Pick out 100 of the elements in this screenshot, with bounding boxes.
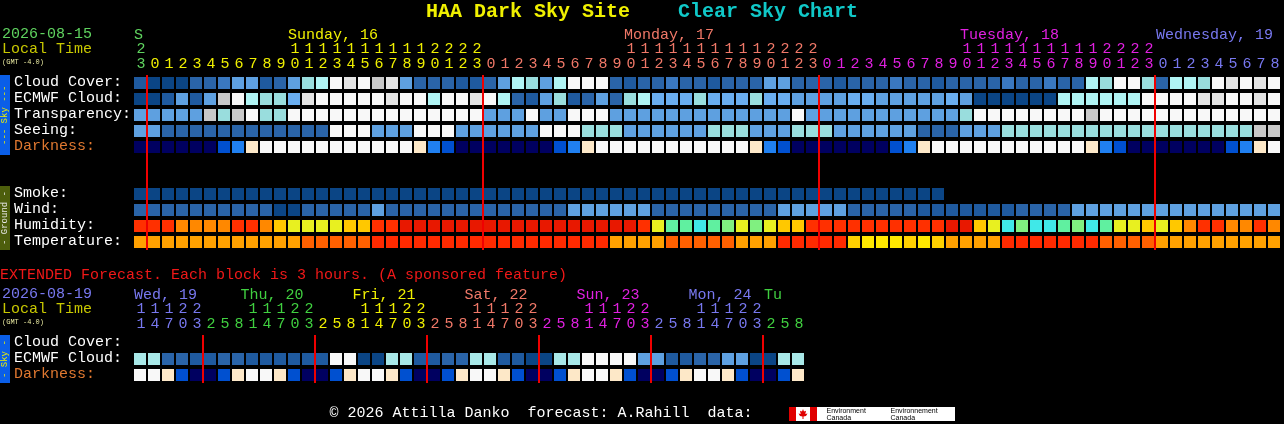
- hour-label: 22: [1129, 43, 1141, 72]
- hour-label: 5: [891, 57, 903, 72]
- side-label: --- Sky ---: [0, 75, 10, 155]
- hour-label: 16: [709, 43, 721, 72]
- day-label: Wed, 19: [134, 288, 197, 303]
- day-label: S: [134, 28, 143, 43]
- hour-label: 5: [219, 57, 231, 72]
- hour-label: 20: [429, 43, 441, 72]
- hour-label: 12: [990, 43, 1000, 72]
- hour-label: 5: [443, 317, 455, 332]
- hour-label: 6: [1241, 57, 1253, 72]
- hour-label: 11: [136, 303, 146, 332]
- date-label: 2026-08-19: [1, 288, 93, 303]
- hour-label: 5: [331, 317, 343, 332]
- hour-label: 19: [415, 43, 427, 72]
- hour-label: 4: [877, 57, 889, 72]
- hour-label: 8: [1269, 57, 1281, 72]
- row-label: Wind:: [14, 202, 60, 218]
- hour-label: 5: [667, 317, 679, 332]
- hour-label: 11: [472, 303, 482, 332]
- hour-label: 23: [639, 303, 651, 332]
- hour-label: 4: [541, 57, 553, 72]
- hour-label: 21: [1115, 43, 1127, 72]
- hour-label: 4: [1213, 57, 1225, 72]
- hour-label: 5: [219, 317, 231, 332]
- hour-label: 2: [205, 317, 217, 332]
- day-label: Tuesday, 18: [960, 28, 1060, 43]
- hour-label: 18: [737, 43, 749, 72]
- hour-label: 21: [443, 43, 455, 72]
- row-label: ECMWF Cloud:: [14, 351, 124, 367]
- hour-label: 14: [1018, 43, 1029, 72]
- credit-text: © 2026 Attilla Danko forecast: A.Rahill data:: [329, 405, 753, 423]
- hour-label: 23: [751, 303, 763, 332]
- hour-label: 7: [247, 57, 259, 72]
- hour-label: 14: [710, 303, 720, 332]
- hour-label: 20: [289, 303, 301, 332]
- hour-label: 18: [401, 43, 413, 72]
- hour-label: 18: [1073, 43, 1085, 72]
- hour-label: 20: [765, 43, 777, 72]
- hour-label: 14: [374, 303, 384, 332]
- hour-label: 15: [695, 43, 707, 72]
- hour-label: 12: [318, 43, 328, 72]
- hour-label: 20: [401, 303, 413, 332]
- row-label: Darkness:: [14, 139, 96, 155]
- hour-label: 8: [597, 57, 609, 72]
- hour-label: 23: [471, 43, 483, 72]
- row-label: Darkness:: [14, 367, 96, 383]
- hour-label: 6: [233, 57, 245, 72]
- hour-label: 9: [275, 57, 287, 72]
- row-label: Humidity:: [14, 218, 96, 234]
- hour-label: 1: [163, 57, 175, 72]
- hour-label: 2: [653, 317, 665, 332]
- hour-label: 10: [626, 43, 636, 72]
- hour-label: 8: [457, 317, 469, 332]
- hour-label: 14: [682, 43, 693, 72]
- hour-label: 0: [1157, 57, 1169, 72]
- hour-label: 19: [1087, 43, 1099, 72]
- hour-label: 17: [723, 303, 735, 332]
- hour-label: 20: [1101, 43, 1113, 72]
- hour-label: 2: [177, 57, 189, 72]
- hour-label: 17: [723, 43, 735, 72]
- hour-label: 13: [668, 43, 678, 72]
- hour-label: 10: [962, 43, 972, 72]
- hour-label: 20: [177, 303, 189, 332]
- side-label: - Ground -: [0, 186, 10, 250]
- hour-label: 2: [1185, 57, 1197, 72]
- local-time-label: Local Time: [1, 42, 93, 57]
- hour-label: 2: [849, 57, 861, 72]
- hour-label: 23: [415, 303, 427, 332]
- hour-label: 1: [835, 57, 847, 72]
- hour-label: 15: [359, 43, 371, 72]
- hour-label: 2: [541, 317, 553, 332]
- day-label: Sat, 22: [464, 288, 528, 303]
- day-label: Tu: [764, 288, 782, 303]
- date-label: 2026-08-15: [1, 28, 93, 43]
- maple-leaf-flag-icon: [788, 407, 817, 421]
- hour-label: 17: [1059, 43, 1071, 72]
- hour-label: 13: [332, 43, 342, 72]
- hour-label: 8: [233, 317, 245, 332]
- hour-label: 15: [1031, 43, 1043, 72]
- hour-label: 5: [779, 317, 791, 332]
- day-label: Thu, 20: [240, 288, 304, 303]
- hour-label: 8: [681, 317, 693, 332]
- hour-label: 21: [779, 43, 791, 72]
- hour-label: 10: [290, 43, 300, 72]
- row-label: Temperature:: [14, 234, 124, 250]
- hour-label: 3: [1199, 57, 1211, 72]
- day-label: Mon, 24: [688, 288, 752, 303]
- row-label: Cloud Cover:: [14, 335, 124, 351]
- hour-label: 20: [625, 303, 637, 332]
- hour-label: 11: [584, 303, 594, 332]
- hour-label: 11: [304, 43, 314, 72]
- hour-label: 14: [486, 303, 496, 332]
- hour-label: 3: [191, 57, 203, 72]
- hour-label: 16: [1045, 43, 1057, 72]
- hour-label: 23: [807, 43, 819, 72]
- hour-label: 23: [135, 43, 147, 72]
- hour-label: 0: [485, 57, 497, 72]
- hour-label: 8: [793, 317, 805, 332]
- hour-label: 17: [387, 43, 399, 72]
